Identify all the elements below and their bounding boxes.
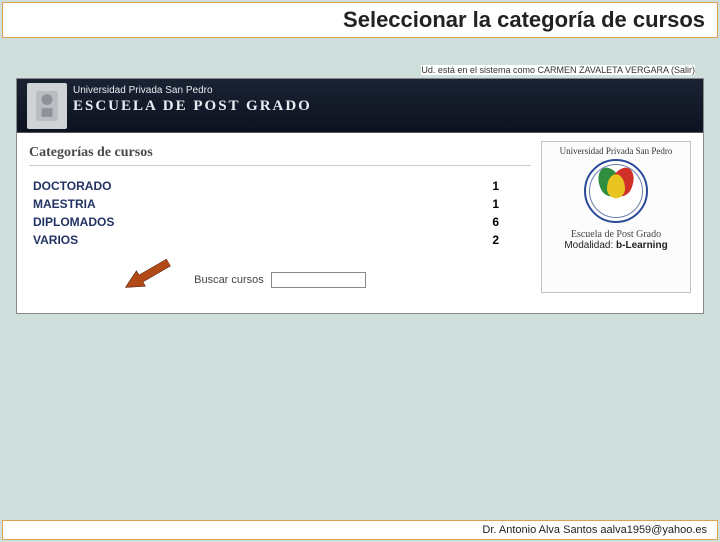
- main-area: Ud. está en el sistema como CARMEN ZAVAL…: [16, 78, 704, 314]
- category-row: DOCTORADO 1: [31, 178, 529, 194]
- logo-leaf-yellow: [607, 174, 625, 198]
- category-count: 1: [374, 178, 529, 194]
- slide-title-bar: Seleccionar la categoría de cursos: [2, 2, 718, 38]
- category-row: DIPLOMADOS 6: [31, 214, 529, 230]
- search-input[interactable]: [271, 272, 366, 288]
- category-count: 2: [374, 232, 529, 248]
- sidebox-school: Escuela de Post Grado: [547, 229, 685, 240]
- search-label: Buscar cursos: [194, 274, 264, 286]
- header-university-name: Universidad Privada San Pedro: [73, 85, 693, 96]
- category-link-doctorado[interactable]: DOCTORADO: [31, 178, 372, 194]
- university-logo: [584, 159, 648, 223]
- user-session-line: Ud. está en el sistema como CARMEN ZAVAL…: [421, 65, 695, 75]
- slide-footer: Dr. Antonio Alva Santos aalva1959@yahoo.…: [2, 520, 718, 540]
- categories-heading: Categorías de cursos: [29, 141, 531, 166]
- sidebox-modality-value: b-Learning: [616, 240, 668, 251]
- category-row: VARIOS 2: [31, 232, 529, 248]
- categories-column: Categorías de cursos DOCTORADO 1 MAESTRI…: [29, 141, 531, 293]
- site-header: Universidad Privada San Pedro ESCUELA DE…: [17, 79, 703, 133]
- header-school-name: ESCUELA DE POST GRADO: [73, 98, 693, 115]
- info-side-box: Universidad Privada San Pedro Escuela de…: [541, 141, 691, 293]
- category-link-maestria[interactable]: MAESTRIA: [31, 196, 372, 212]
- university-emblem: [27, 83, 67, 129]
- search-row: Buscar cursos: [29, 272, 531, 288]
- categories-table: DOCTORADO 1 MAESTRIA 1 DIPLOMADOS 6 VARI…: [29, 176, 531, 250]
- category-link-diplomados[interactable]: DIPLOMADOS: [31, 214, 372, 230]
- slide-title: Seleccionar la categoría de cursos: [15, 7, 705, 33]
- content-row: Categorías de cursos DOCTORADO 1 MAESTRI…: [17, 133, 703, 313]
- app-screenshot: Ud. está en el sistema como CARMEN ZAVAL…: [16, 78, 704, 314]
- category-count: 6: [374, 214, 529, 230]
- sidebox-university: Universidad Privada San Pedro: [547, 146, 685, 156]
- category-row: MAESTRIA 1: [31, 196, 529, 212]
- emblem-icon: [34, 88, 60, 124]
- category-count: 1: [374, 196, 529, 212]
- footer-text: Dr. Antonio Alva Santos aalva1959@yahoo.…: [482, 524, 707, 536]
- sidebox-modality-prefix: Modalidad:: [564, 240, 616, 251]
- category-link-varios[interactable]: VARIOS: [31, 232, 372, 248]
- sidebox-modality: Modalidad: b-Learning: [547, 240, 685, 251]
